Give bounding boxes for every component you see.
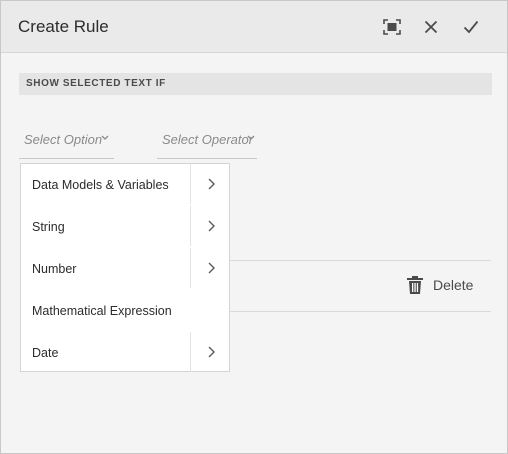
close-button[interactable] bbox=[419, 15, 443, 39]
menu-item-data-models-variables[interactable]: Data Models & Variables bbox=[21, 164, 229, 206]
fullscreen-button[interactable] bbox=[380, 15, 404, 39]
delete-button[interactable]: Delete bbox=[406, 273, 473, 297]
menu-item-number[interactable]: Number bbox=[21, 248, 229, 290]
menu-item-label: Mathematical Expression bbox=[32, 304, 172, 318]
dialog-title: Create Rule bbox=[18, 17, 109, 36]
section-label: SHOW SELECTED TEXT IF bbox=[26, 78, 166, 89]
chevron-right-icon[interactable] bbox=[207, 177, 216, 191]
submenu-separator bbox=[190, 332, 191, 372]
submenu-separator bbox=[190, 206, 191, 246]
chevron-right-icon[interactable] bbox=[207, 345, 216, 359]
option-dropdown-menu: Data Models & Variables String Number Ma… bbox=[20, 163, 230, 372]
close-icon bbox=[424, 20, 438, 34]
create-rule-dialog: Create Rule SHOW SELECTED TEXT IF Select… bbox=[0, 0, 508, 454]
divider bbox=[229, 311, 491, 312]
menu-item-label: Date bbox=[32, 346, 59, 360]
confirm-button[interactable] bbox=[459, 15, 483, 39]
select-operator-placeholder: Select Operator bbox=[162, 132, 254, 147]
menu-item-label: Data Models & Variables bbox=[32, 178, 169, 192]
menu-item-label: Number bbox=[32, 262, 77, 276]
delete-label: Delete bbox=[433, 277, 474, 293]
menu-item-label: String bbox=[32, 220, 65, 234]
chevron-down-icon bbox=[101, 135, 109, 140]
submenu-separator bbox=[190, 248, 191, 288]
condition-section-header: SHOW SELECTED TEXT IF bbox=[19, 73, 492, 95]
chevron-right-icon[interactable] bbox=[207, 261, 216, 275]
fullscreen-icon bbox=[383, 19, 401, 35]
submenu-separator bbox=[190, 164, 191, 204]
menu-item-string[interactable]: String bbox=[21, 206, 229, 248]
dialog-header: Create Rule bbox=[1, 1, 507, 53]
select-operator-dropdown[interactable]: Select Operator bbox=[157, 129, 257, 159]
trash-icon bbox=[407, 276, 423, 294]
divider bbox=[229, 260, 491, 261]
chevron-right-icon[interactable] bbox=[207, 219, 216, 233]
menu-item-mathematical-expression[interactable]: Mathematical Expression bbox=[21, 290, 229, 332]
chevron-down-icon bbox=[247, 135, 255, 140]
checkmark-icon bbox=[463, 20, 479, 34]
select-option-placeholder: Select Option bbox=[24, 132, 103, 147]
menu-item-date[interactable]: Date bbox=[21, 332, 229, 374]
select-option-dropdown[interactable]: Select Option bbox=[19, 129, 114, 159]
